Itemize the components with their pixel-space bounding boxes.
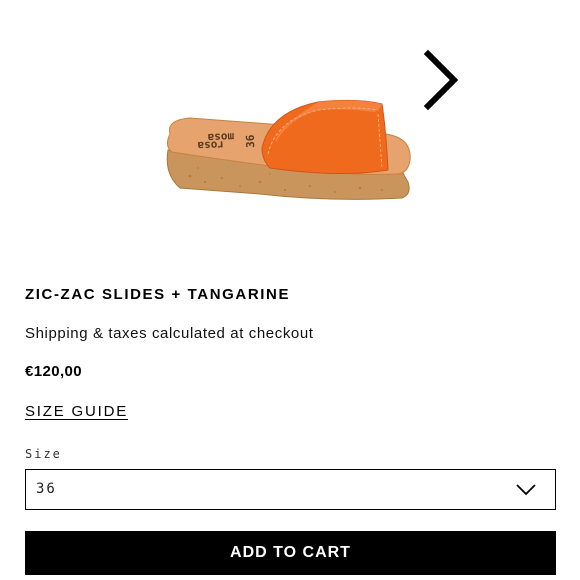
add-to-cart-button[interactable]: ADD TO CART bbox=[25, 531, 556, 575]
chevron-down-icon bbox=[516, 484, 536, 496]
product-price: €120,00 bbox=[25, 363, 83, 380]
product-image: mosa rosa 36 bbox=[150, 90, 420, 210]
size-select[interactable]: 36 bbox=[25, 469, 556, 510]
chevron-right-icon bbox=[423, 49, 459, 111]
svg-text:36: 36 bbox=[244, 134, 257, 148]
size-label: Size bbox=[25, 447, 62, 461]
product-title: ZIC-ZAC SLIDES + TANGARINE bbox=[25, 286, 291, 303]
size-select-value: 36 bbox=[36, 481, 57, 497]
svg-text:rosa: rosa bbox=[197, 138, 224, 152]
product-page: mosa rosa 36 ZIC-ZAC SLIDES + TANGARINE … bbox=[0, 0, 580, 580]
size-guide-link[interactable]: SIZE GUIDE bbox=[25, 403, 128, 420]
sandal-illustration: mosa rosa 36 bbox=[166, 99, 411, 200]
shipping-note: Shipping & taxes calculated at checkout bbox=[25, 325, 314, 342]
gallery-next-button[interactable] bbox=[420, 48, 464, 112]
